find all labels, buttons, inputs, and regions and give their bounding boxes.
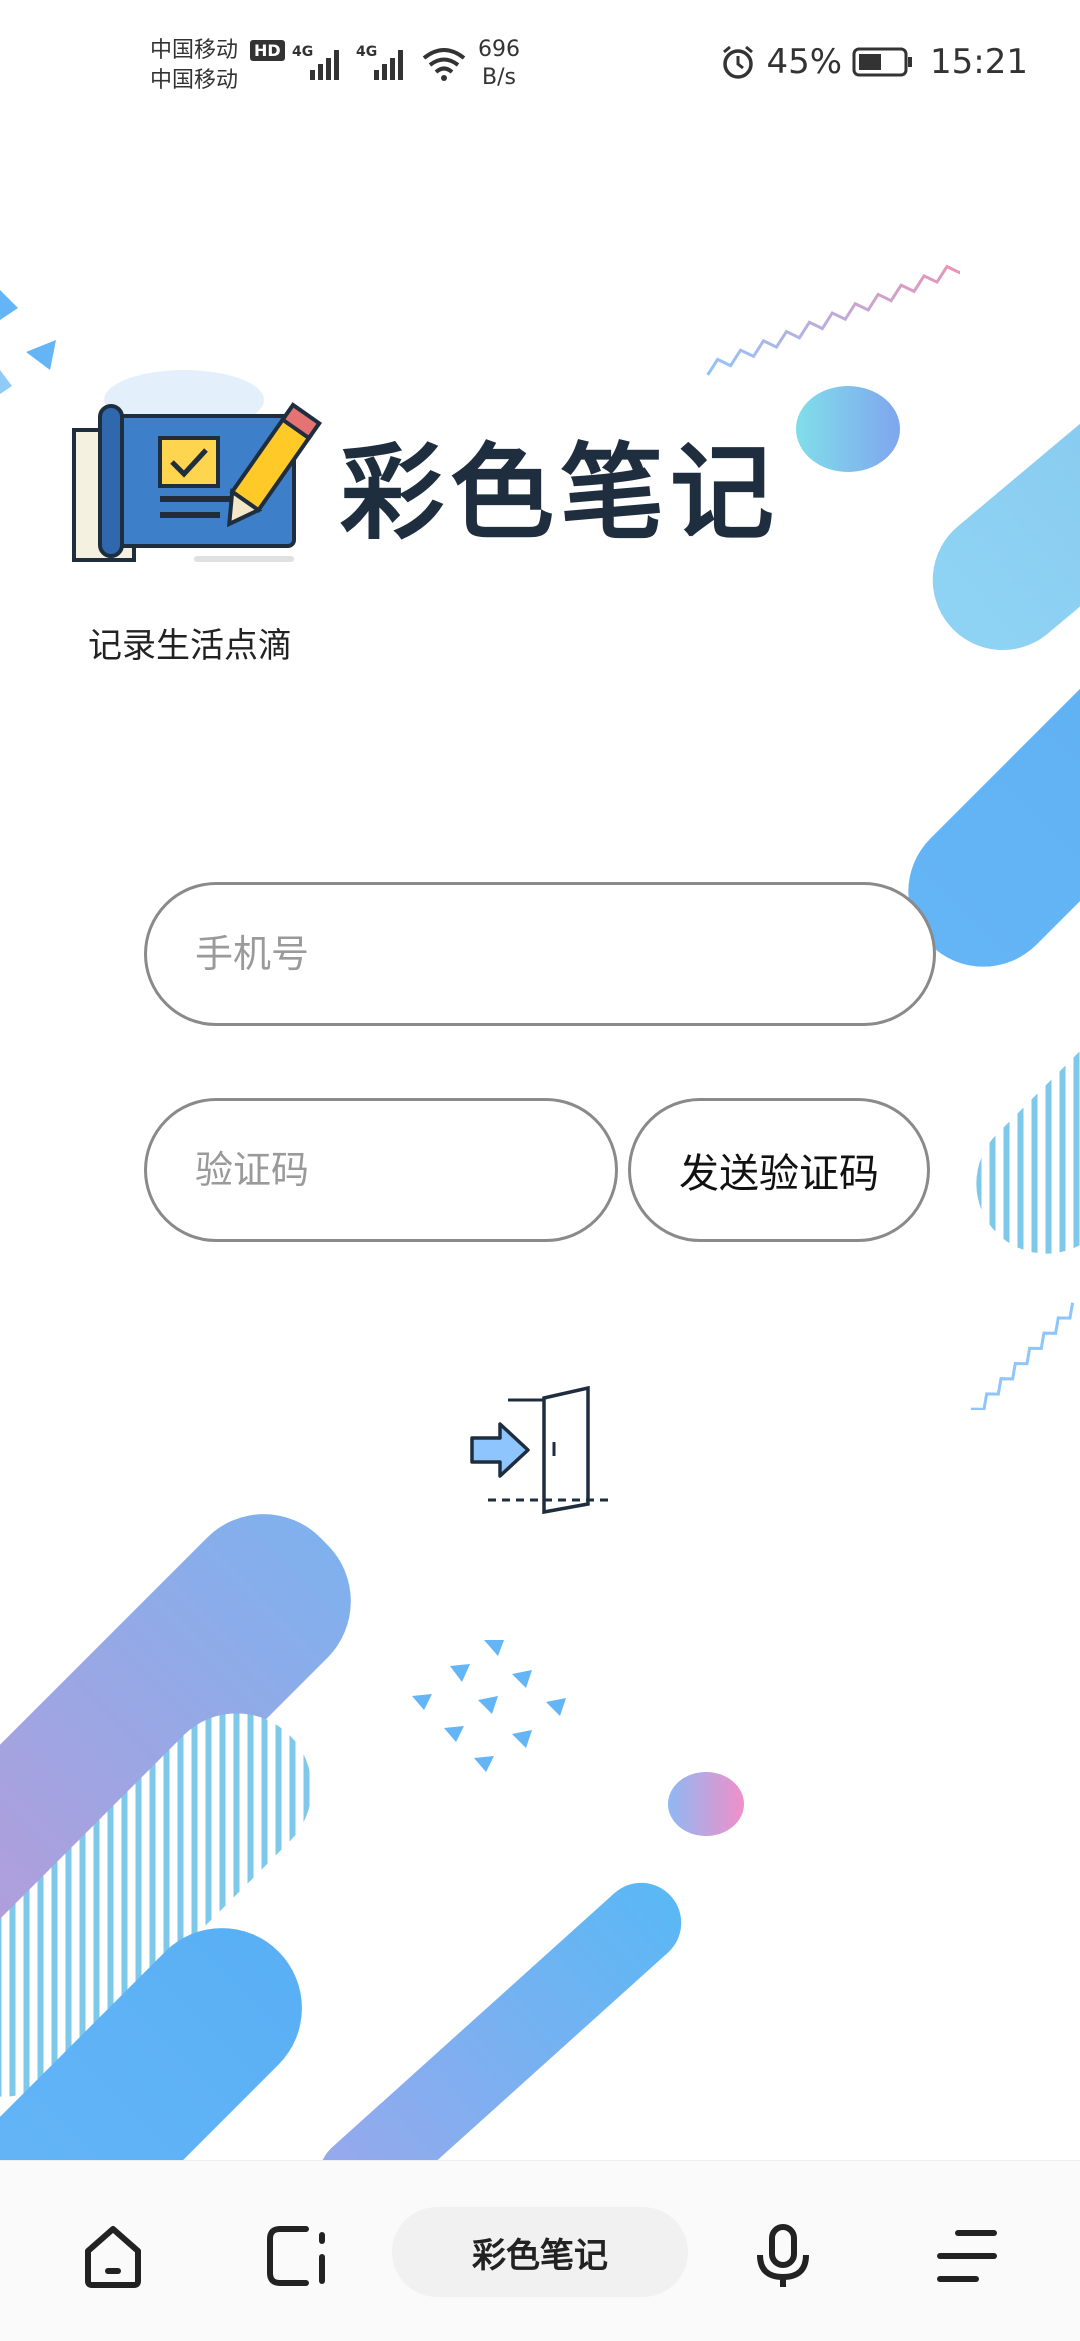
microphone-icon[interactable] xyxy=(748,2221,818,2291)
clock-time: 15:21 xyxy=(930,42,1028,82)
triangle-decoration xyxy=(412,1640,566,1772)
carrier-2: 中国移动 xyxy=(150,68,239,93)
hd-badge: HD xyxy=(250,40,285,61)
menu-icon[interactable] xyxy=(932,2221,1002,2291)
signal-icon xyxy=(374,50,403,80)
net-speed: 696 B/s xyxy=(478,36,520,92)
app-title: 彩色笔记 xyxy=(340,432,781,554)
send-code-button[interactable]: 发送验证码 xyxy=(628,1098,930,1242)
bottom-nav: 彩色笔记 xyxy=(0,2160,1080,2341)
battery-percent: 45% xyxy=(766,42,843,82)
status-right: 45% 15:21 xyxy=(720,42,1028,82)
phone-field[interactable] xyxy=(144,882,936,1026)
carrier-1: 中国移动 xyxy=(150,38,239,63)
code-input[interactable] xyxy=(193,1147,615,1193)
net-speed-unit: B/s xyxy=(482,65,516,90)
carrier-block: 中国移动 中国移动 xyxy=(150,36,238,96)
signal-icon xyxy=(310,50,339,80)
home-icon[interactable] xyxy=(78,2221,148,2291)
wifi-icon xyxy=(422,48,466,81)
phone-input[interactable] xyxy=(193,931,933,977)
nav-center-label[interactable]: 彩色笔记 xyxy=(392,2207,688,2297)
triangle-decoration xyxy=(0,290,56,394)
code-field[interactable] xyxy=(144,1098,618,1242)
battery-icon xyxy=(852,47,913,77)
net-speed-value: 696 xyxy=(478,37,520,62)
tabs-icon[interactable] xyxy=(262,2221,332,2291)
squiggle-decoration xyxy=(706,256,960,376)
squiggle-decoration xyxy=(968,1302,1075,1410)
pill-decoration xyxy=(947,957,1080,1283)
circle-decoration xyxy=(668,1772,744,1836)
login-door-icon[interactable] xyxy=(468,1386,616,1516)
alarm-icon xyxy=(723,45,754,79)
app-subtitle: 记录生活点滴 xyxy=(88,626,292,666)
notebook-logo-icon xyxy=(72,370,323,562)
circle-decoration xyxy=(796,386,900,472)
